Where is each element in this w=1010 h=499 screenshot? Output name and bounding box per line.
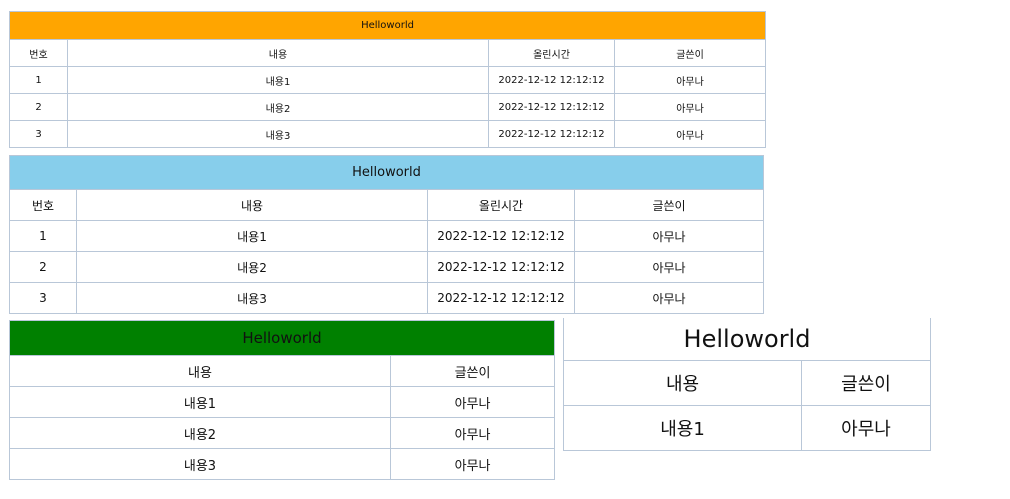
cell-content: 내용3 xyxy=(67,120,489,148)
cell-author: 아무나 xyxy=(574,220,764,252)
table-header-row: 내용 글쓴이 xyxy=(9,355,556,387)
table-row: 내용1 아무나 xyxy=(9,386,556,418)
header-content: 내용 xyxy=(76,189,428,221)
board-table-large: Helloworld 내용 글쓴이 내용1 아무나 xyxy=(562,318,932,451)
table-title: Helloworld xyxy=(8,320,556,356)
header-content: 내용 xyxy=(67,39,489,67)
header-content: 내용 xyxy=(563,360,802,406)
table-title: Helloworld xyxy=(8,11,767,40)
header-posted-time: 올린시간 xyxy=(488,39,615,67)
table-title-row: Helloworld xyxy=(9,155,764,190)
header-posted-time: 올린시간 xyxy=(427,189,575,221)
table-title-row: Helloworld xyxy=(8,320,556,356)
header-author: 글쓴이 xyxy=(389,355,556,387)
header-number: 번호 xyxy=(9,39,68,67)
table-header-row: 번호 내용 올린시간 글쓴이 xyxy=(9,189,764,221)
cell-number: 1 xyxy=(9,220,77,252)
table-row: 3 내용3 2022-12-12 12:12:12 아무나 xyxy=(9,282,764,314)
header-number: 번호 xyxy=(9,189,77,221)
cell-number: 2 xyxy=(9,93,68,121)
board-table-skyblue: Helloworld 번호 내용 올린시간 글쓴이 1 내용1 2022-12-… xyxy=(9,155,764,314)
cell-content: 내용3 xyxy=(9,448,391,480)
table-row: 3 내용3 2022-12-12 12:12:12 아무나 xyxy=(9,120,767,148)
cell-author: 아무나 xyxy=(389,417,556,449)
header-author: 글쓴이 xyxy=(800,360,932,406)
cell-content: 내용2 xyxy=(9,417,391,449)
cell-posted-time: 2022-12-12 12:12:12 xyxy=(488,93,615,121)
cell-content: 내용2 xyxy=(67,93,489,121)
cell-author: 아무나 xyxy=(574,251,764,283)
cell-author: 아무나 xyxy=(389,386,556,418)
table-title: Helloworld xyxy=(9,155,764,190)
cell-posted-time: 2022-12-12 12:12:12 xyxy=(427,282,575,314)
cell-content: 내용1 xyxy=(563,405,802,451)
cell-posted-time: 2022-12-12 12:12:12 xyxy=(427,220,575,252)
cell-author: 아무나 xyxy=(574,282,764,314)
cell-author: 아무나 xyxy=(613,120,767,148)
cell-author: 아무나 xyxy=(613,66,767,94)
cell-content: 내용2 xyxy=(76,251,428,283)
cell-posted-time: 2022-12-12 12:12:12 xyxy=(427,251,575,283)
header-content: 내용 xyxy=(9,355,391,387)
cell-number: 1 xyxy=(9,66,68,94)
table-row: 내용3 아무나 xyxy=(9,448,556,480)
cell-content: 내용1 xyxy=(76,220,428,252)
cell-content: 내용3 xyxy=(76,282,428,314)
cell-posted-time: 2022-12-12 12:12:12 xyxy=(488,66,615,94)
table-header-row: 내용 글쓴이 xyxy=(563,360,932,406)
board-table-orange: Helloworld 번호 내용 올린시간 글쓴이 1 내용1 2022-12-… xyxy=(8,11,767,148)
table-row: 1 내용1 2022-12-12 12:12:12 아무나 xyxy=(9,220,764,252)
table-title-row: Helloworld xyxy=(8,11,767,40)
board-table-green: Helloworld 내용 글쓴이 내용1 아무나 내용2 아무나 내용3 아무… xyxy=(8,320,556,480)
cell-number: 3 xyxy=(9,282,77,314)
table-row: 내용1 아무나 xyxy=(563,405,932,451)
cell-author: 아무나 xyxy=(613,93,767,121)
cell-content: 내용1 xyxy=(67,66,489,94)
table-row: 내용2 아무나 xyxy=(9,417,556,449)
table-title: Helloworld xyxy=(562,318,932,361)
table-row: 1 내용1 2022-12-12 12:12:12 아무나 xyxy=(9,66,767,94)
table-title-row: Helloworld xyxy=(562,318,932,361)
cell-author: 아무나 xyxy=(389,448,556,480)
cell-number: 2 xyxy=(9,251,77,283)
cell-content: 내용1 xyxy=(9,386,391,418)
table-row: 2 내용2 2022-12-12 12:12:12 아무나 xyxy=(9,93,767,121)
header-author: 글쓴이 xyxy=(574,189,764,221)
cell-posted-time: 2022-12-12 12:12:12 xyxy=(488,120,615,148)
table-row: 2 내용2 2022-12-12 12:12:12 아무나 xyxy=(9,251,764,283)
table-header-row: 번호 내용 올린시간 글쓴이 xyxy=(9,39,767,67)
cell-number: 3 xyxy=(9,120,68,148)
cell-author: 아무나 xyxy=(800,405,932,451)
header-author: 글쓴이 xyxy=(613,39,767,67)
